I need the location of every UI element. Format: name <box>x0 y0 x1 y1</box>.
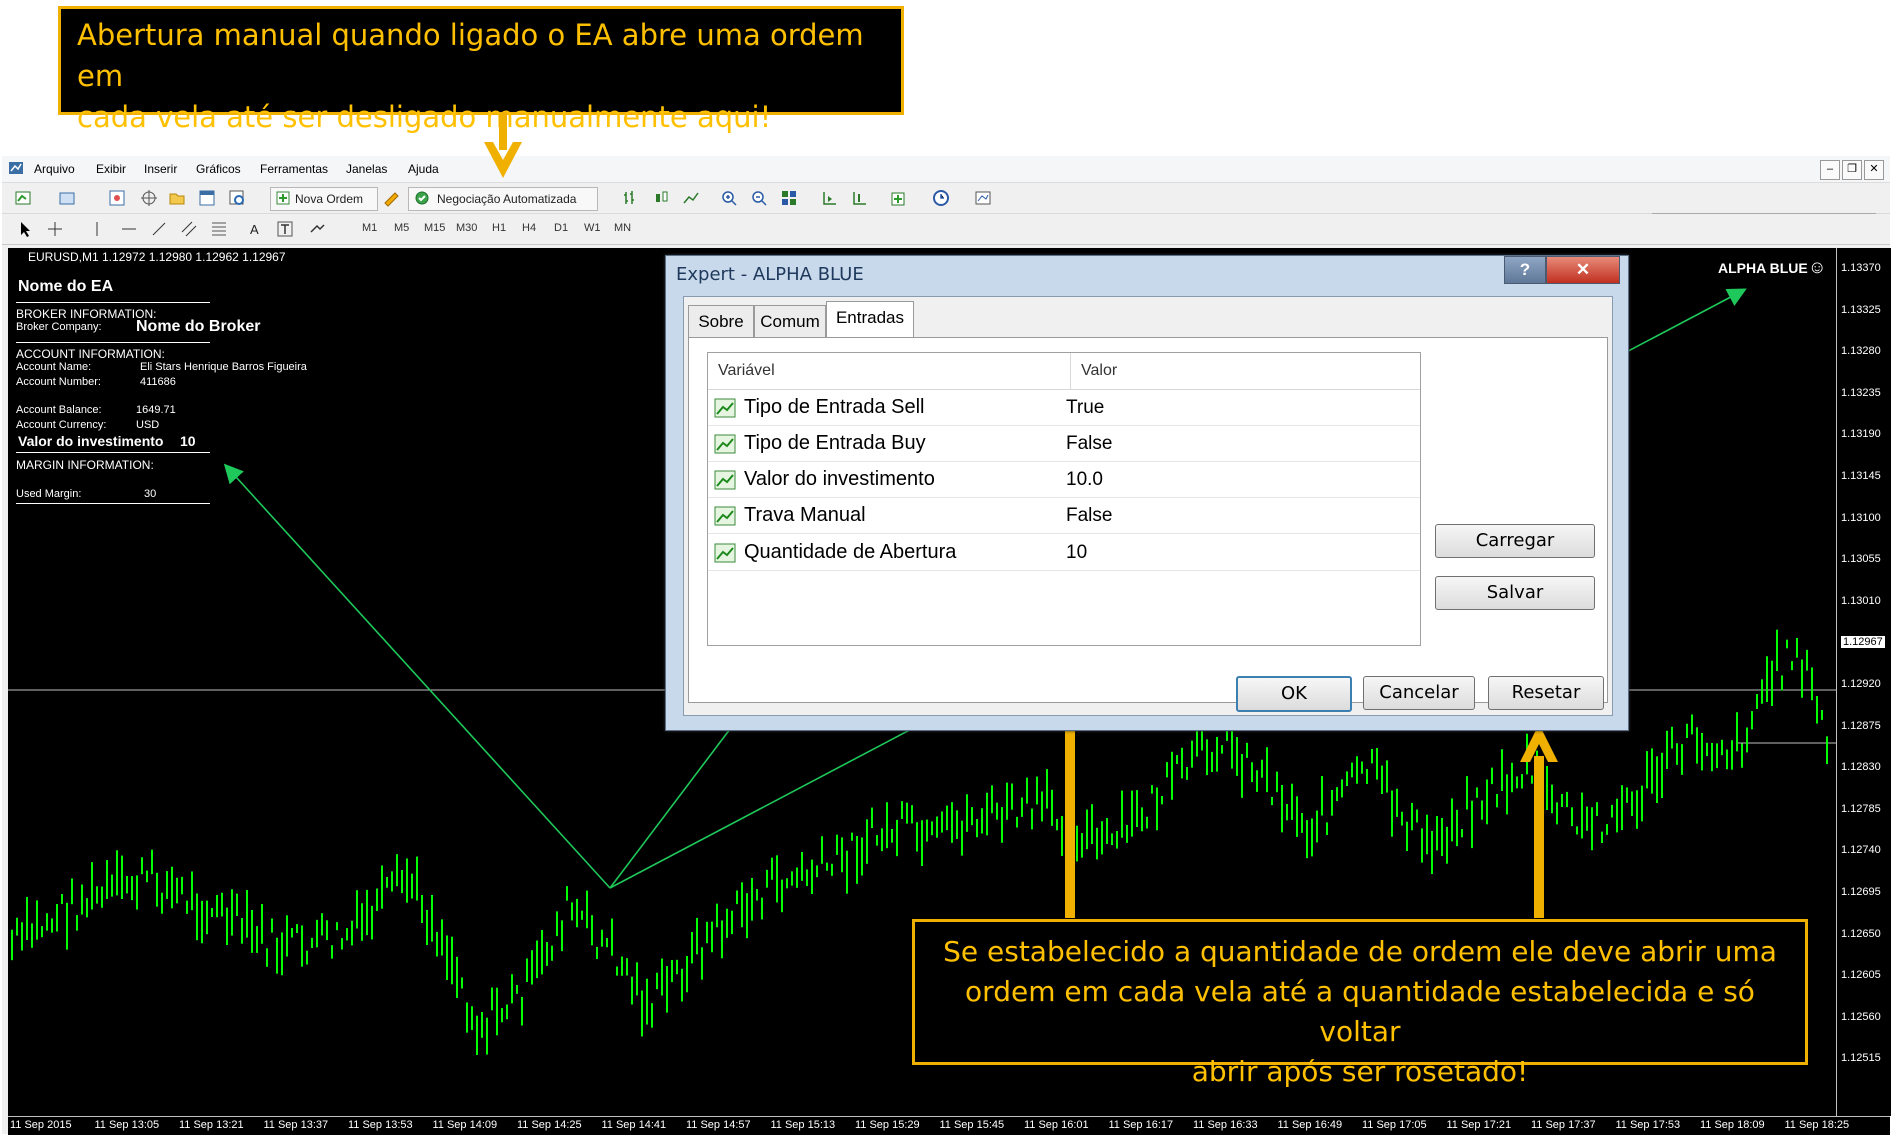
param-value[interactable]: True <box>1066 397 1104 419</box>
param-value[interactable]: False <box>1066 505 1112 527</box>
expert-dialog: Expert - ALPHA BLUE ? ✕ Sobre Comum Entr… <box>665 255 1629 731</box>
table-row[interactable]: Tipo de Entrada Sell True <box>708 390 1420 426</box>
input-param-icon <box>714 506 736 526</box>
save-button[interactable]: Salvar <box>1435 576 1595 610</box>
param-name: Tipo de Entrada Sell <box>744 396 925 418</box>
green-arrow-info <box>223 463 611 889</box>
annotation-bottom: Se estabelecido a quantidade de ordem el… <box>912 919 1808 1088</box>
param-name: Valor do investimento <box>744 468 935 490</box>
param-name: Tipo de Entrada Buy <box>744 432 926 454</box>
input-param-icon <box>714 434 736 454</box>
param-name: Trava Manual <box>744 504 866 526</box>
column-header-value[interactable]: Valor <box>1071 353 1420 390</box>
input-param-icon <box>714 398 736 418</box>
table-row[interactable]: Tipo de Entrada Buy False <box>708 426 1420 462</box>
param-value[interactable]: 10 <box>1066 542 1087 564</box>
annotation-bottom-line3: abrir após ser rosetado! <box>1191 1055 1529 1088</box>
help-icon[interactable]: ? <box>1504 256 1546 284</box>
param-value[interactable]: 10.0 <box>1066 469 1103 491</box>
orange-arrow-shaft-top <box>499 112 507 150</box>
reset-button[interactable]: Resetar <box>1488 676 1604 710</box>
inputs-panel: Variável Valor Tipo de Entrada Sell True… <box>688 337 1608 703</box>
input-param-icon <box>714 470 736 490</box>
input-param-icon <box>714 543 736 563</box>
cancel-button[interactable]: Cancelar <box>1363 676 1475 710</box>
table-row[interactable]: Trava Manual False <box>708 498 1420 534</box>
annotation-bottom-line2: ordem em cada vela até a quantidade esta… <box>965 975 1755 1048</box>
load-button[interactable]: Carregar <box>1435 524 1595 558</box>
orange-arrow-shaft-reset <box>1534 756 1544 918</box>
tab-comum[interactable]: Comum <box>754 305 826 339</box>
tab-entradas[interactable]: Entradas <box>826 301 914 339</box>
table-row[interactable]: Quantidade de Abertura 10 <box>708 535 1420 571</box>
dialog-title: Expert - ALPHA BLUE <box>676 264 864 285</box>
table-row[interactable]: Valor do investimento 10.0 <box>708 462 1420 498</box>
column-header-variable[interactable]: Variável <box>708 353 1071 390</box>
ok-button[interactable]: OK <box>1236 676 1352 712</box>
dialog-close-icon[interactable]: ✕ <box>1546 256 1620 284</box>
dialog-body: Sobre Comum Entradas Variável Valor Tipo… <box>683 296 1613 716</box>
annotation-bottom-line1: Se estabelecido a quantidade de ordem el… <box>943 935 1777 968</box>
tab-sobre[interactable]: Sobre <box>688 305 754 339</box>
param-name: Quantidade de Abertura <box>744 541 957 563</box>
param-value[interactable]: False <box>1066 433 1112 455</box>
inputs-table: Variável Valor Tipo de Entrada Sell True… <box>707 352 1421 646</box>
